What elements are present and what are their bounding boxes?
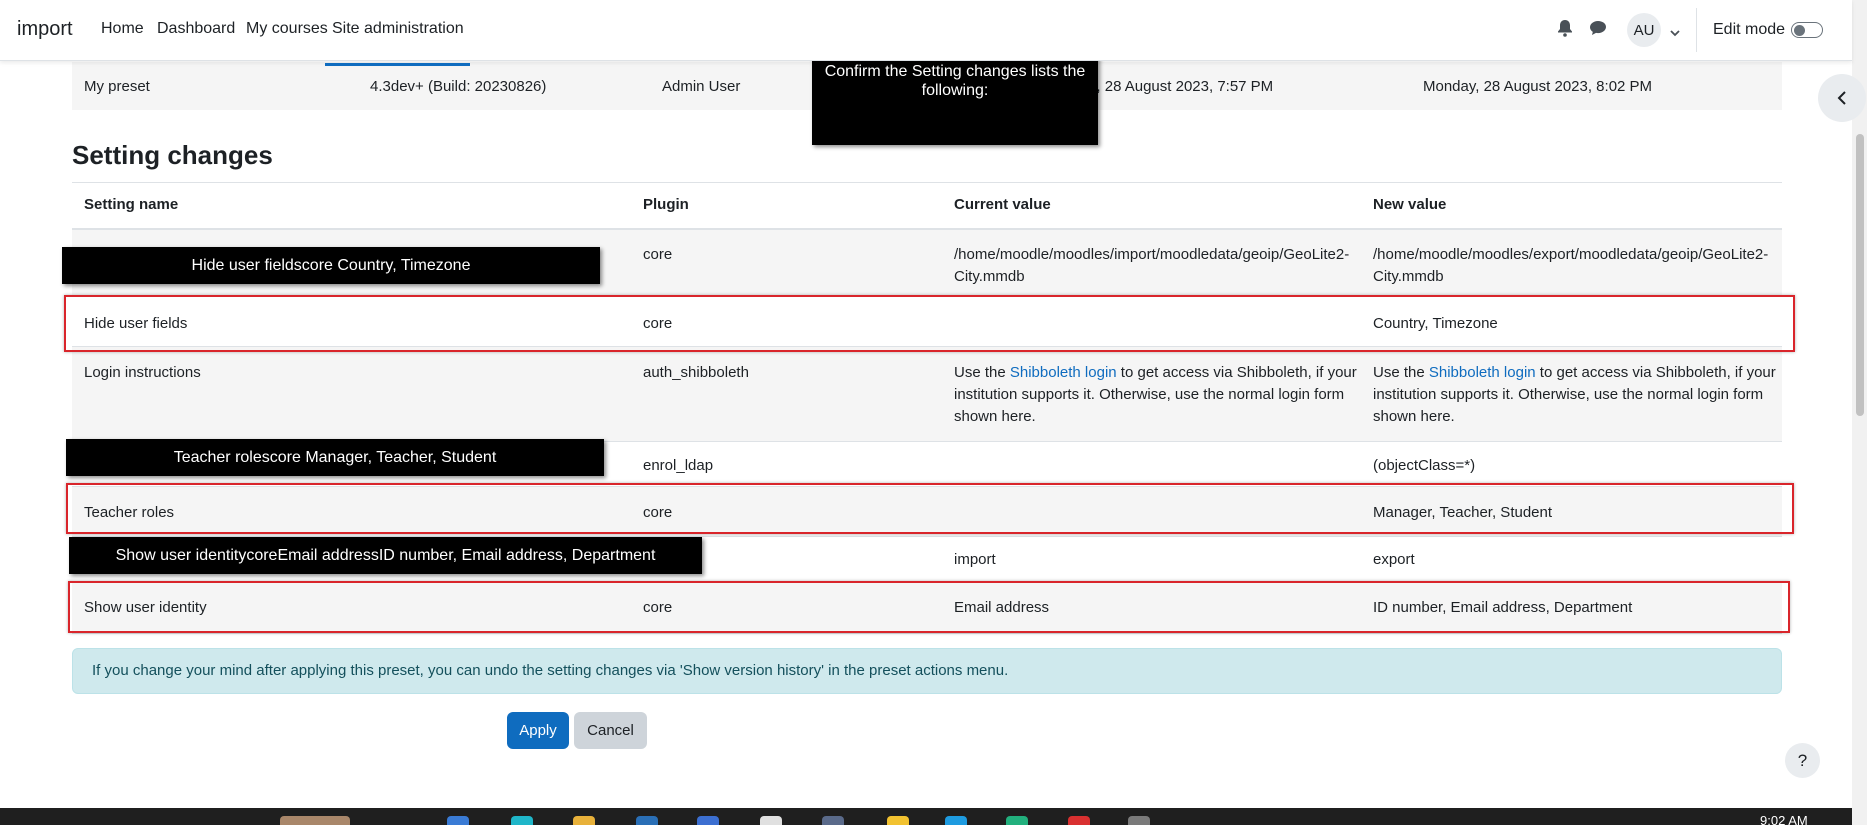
avatar[interactable]: AU [1627, 13, 1661, 47]
apply-button[interactable]: Apply [507, 712, 569, 749]
scrollbar-thumb[interactable] [1856, 134, 1864, 416]
open-drawer-button[interactable] [1818, 74, 1866, 122]
shibboleth-login-link[interactable]: Shibboleth login [1429, 364, 1536, 381]
nav-my-courses[interactable]: My courses [246, 20, 328, 38]
column-header-new-value: New value [1373, 196, 1447, 213]
row-current-value: Use the Shibboleth login to get access v… [954, 364, 1357, 425]
taskbar-app-icon[interactable] [887, 816, 909, 825]
chevron-left-icon [1837, 91, 1846, 105]
row-setting-name: Login instructions [84, 364, 201, 381]
os-taskbar [0, 808, 1852, 825]
row-new-value: /home/moodle/moodles/export/moodledata/g… [1373, 246, 1769, 285]
top-navbar: import Home Dashboard My courses Site ad… [0, 0, 1852, 66]
table-top-border [72, 182, 1782, 183]
page-title: Setting changes [72, 140, 273, 170]
bell-icon[interactable] [1557, 19, 1573, 41]
row-new-value: (objectClass=*) [1373, 457, 1476, 474]
highlight-hide-user-fields [64, 295, 1795, 352]
taskbar-app-icon[interactable] [1006, 816, 1028, 825]
taskbar-clock[interactable]: 9:02 AM [1760, 813, 1808, 828]
cancel-button[interactable]: Cancel [574, 712, 647, 749]
preset-version: 4.3dev+ (Build: 20230826) [370, 78, 547, 95]
highlight-show-user-identity [68, 581, 1790, 633]
nav-site-administration[interactable]: Site administration [325, 20, 470, 66]
taskbar-app-icon[interactable] [447, 816, 469, 825]
tooltip-show-user-identity: Show user identitycoreEmail addressID nu… [69, 537, 702, 574]
row-new-value: export [1373, 551, 1415, 568]
taskbar-folder-icon[interactable] [573, 816, 595, 825]
taskbar-app-icon[interactable] [636, 816, 658, 825]
question-icon: ? [1797, 750, 1808, 770]
column-header-current-value: Current value [954, 196, 1051, 213]
preset-author: Admin User [662, 78, 741, 95]
row-new-value: Use the Shibboleth login to get access v… [1373, 364, 1776, 425]
taskbar-widget-icon[interactable] [280, 816, 350, 825]
row-current-value: import [954, 551, 996, 568]
tooltip-hide-user-fields: Hide user fieldscore Country, Timezone [62, 247, 600, 284]
taskbar-app-icon[interactable] [511, 816, 533, 825]
column-header-plugin: Plugin [643, 196, 689, 213]
help-button[interactable]: ? [1785, 743, 1820, 778]
taskbar-app-icon[interactable] [760, 816, 782, 825]
shibboleth-login-link[interactable]: Shibboleth login [1010, 364, 1117, 381]
taskbar-app-icon[interactable] [697, 816, 719, 825]
preset-name: My preset [84, 78, 150, 95]
nav-home[interactable]: Home [101, 20, 144, 38]
info-alert: If you change your mind after applying t… [72, 648, 1782, 694]
taskbar-app-icon[interactable] [822, 816, 844, 825]
site-brand[interactable]: import [17, 18, 73, 41]
row-plugin: core [643, 246, 673, 263]
row-plugin: auth_shibboleth [643, 364, 749, 381]
nav-dashboard[interactable]: Dashboard [157, 20, 235, 38]
taskbar-app-icon[interactable] [1128, 816, 1150, 825]
highlight-teacher-roles [66, 483, 1794, 534]
edit-mode-toggle[interactable] [1791, 22, 1823, 38]
navbar-divider [1696, 8, 1697, 52]
preset-time-modified: Monday, 28 August 2023, 8:02 PM [1423, 78, 1653, 95]
tooltip-teacher-roles: Teacher rolescore Manager, Teacher, Stud… [66, 439, 604, 476]
row-current-value: /home/moodle/moodles/import/moodledata/g… [954, 246, 1350, 285]
taskbar-app-icon[interactable] [1068, 816, 1090, 825]
row-plugin: enrol_ldap [643, 457, 714, 474]
taskbar-app-icon[interactable] [945, 816, 967, 825]
chat-icon[interactable] [1589, 20, 1607, 40]
edit-mode-label: Edit mode [1713, 21, 1786, 38]
chevron-down-icon[interactable] [1670, 24, 1680, 41]
column-header-setting-name: Setting name [84, 196, 179, 213]
preset-time-created: y, 28 August 2023, 7:57 PM [1090, 78, 1274, 95]
